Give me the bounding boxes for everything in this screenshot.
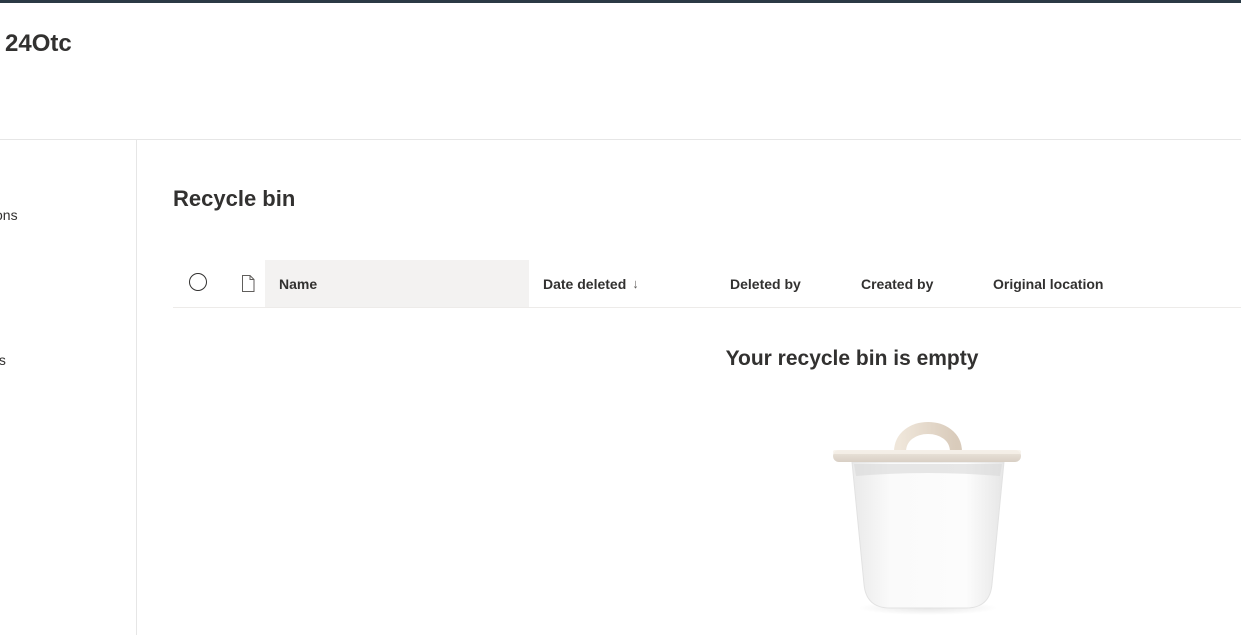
column-header-name-label: Name [279, 275, 318, 292]
column-header-date-deleted[interactable]: Date deleted ↓ [529, 260, 716, 307]
empty-state-message: Your recycle bin is empty [725, 347, 979, 370]
column-header-created-by[interactable]: Created by [847, 260, 979, 307]
document-icon[interactable] [241, 275, 255, 292]
sort-descending-icon: ↓ [632, 276, 639, 291]
recycle-bin-illustration [833, 422, 1021, 615]
column-header-name[interactable]: Name [265, 260, 529, 307]
left-navigation: ons ts [0, 140, 137, 635]
column-header-deleted-by-label: Deleted by [730, 275, 801, 292]
nav-item-1[interactable]: ons [0, 207, 18, 223]
main-content: Recycle bin Name Date deleted ↓ Deleted … [137, 140, 1241, 635]
site-title[interactable]: 24Otc [5, 30, 72, 58]
list-column-header: Name Date deleted ↓ Deleted by Created b… [173, 260, 1241, 308]
column-header-original-location[interactable]: Original location [979, 260, 1179, 307]
select-all-checkbox[interactable] [189, 273, 207, 291]
column-header-created-by-label: Created by [861, 275, 934, 292]
column-header-deleted-by[interactable]: Deleted by [716, 260, 847, 307]
column-header-original-location-label: Original location [993, 275, 1104, 292]
column-header-date-deleted-label: Date deleted [543, 275, 627, 292]
nav-item-2[interactable]: ts [0, 352, 6, 368]
page-title: Recycle bin [173, 186, 296, 211]
site-header: 24Otc [0, 3, 1241, 140]
